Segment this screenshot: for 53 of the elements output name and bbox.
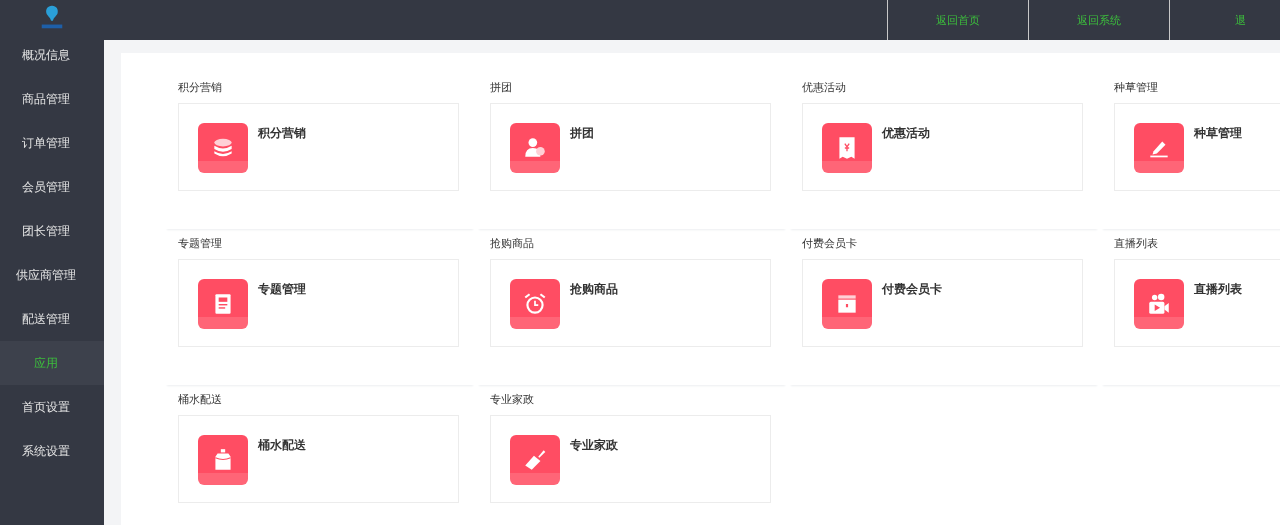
section-label: 专题管理 — [178, 236, 223, 252]
card-icon — [822, 279, 872, 329]
app-card[interactable]: 直播列表 — [1114, 259, 1280, 347]
app-card[interactable]: 种草管理 — [1114, 103, 1280, 191]
sidebar-item[interactable]: 供应商管理 — [0, 253, 104, 297]
sidebar-item[interactable]: 系统设置 — [0, 429, 104, 473]
section-label: 抢购商品 — [490, 236, 535, 252]
app-title: 专业家政 — [570, 437, 618, 454]
app-card[interactable]: 付费会员卡 — [802, 259, 1083, 347]
app-title: 直播列表 — [1194, 281, 1242, 298]
section-label: 桶水配送 — [178, 392, 223, 408]
sidebar-item[interactable]: 订单管理 — [0, 121, 104, 165]
app-title: 付费会员卡 — [882, 281, 942, 298]
water-bottle-icon — [198, 435, 248, 485]
sidebar-item[interactable]: 概况信息 — [0, 33, 104, 77]
document-icon — [198, 279, 248, 329]
section-label: 积分营销 — [178, 80, 223, 96]
sidebar-item[interactable]: 首页设置 — [0, 385, 104, 429]
app-title: 积分营销 — [258, 125, 306, 142]
app-title: 专题管理 — [258, 281, 306, 298]
people-icon — [510, 123, 560, 173]
section-label: 种草管理 — [1114, 80, 1159, 96]
app-card[interactable]: 桶水配送 — [178, 415, 459, 503]
section-label: 优惠活动 — [802, 80, 847, 96]
app-title: 抢购商品 — [570, 281, 618, 298]
sidebar-item[interactable]: 会员管理 — [0, 165, 104, 209]
app-title: 种草管理 — [1194, 125, 1242, 142]
section-label: 拼团 — [490, 80, 513, 96]
sidebar-item[interactable]: 商品管理 — [0, 77, 104, 121]
app-card[interactable]: 专题管理 — [178, 259, 459, 347]
sidebar-item[interactable]: 团长管理 — [0, 209, 104, 253]
coins-icon — [198, 123, 248, 173]
app-title: 拼团 — [570, 125, 594, 142]
header-link[interactable]: 返回首页 — [887, 0, 1028, 40]
header-link[interactable]: 退 — [1169, 0, 1280, 40]
sidebar-item[interactable]: 应用 — [0, 341, 104, 385]
app-card[interactable]: 抢购商品 — [490, 259, 771, 347]
app-title: 桶水配送 — [258, 437, 306, 454]
section-label: 付费会员卡 — [802, 236, 858, 252]
app-card[interactable]: 积分营销 — [178, 103, 459, 191]
section-label: 直播列表 — [1114, 236, 1159, 252]
alarm-clock-icon — [510, 279, 560, 329]
sidebar-item[interactable]: 配送管理 — [0, 297, 104, 341]
section-label: 专业家政 — [490, 392, 535, 408]
app-card[interactable]: 优惠活动 — [802, 103, 1083, 191]
broom-icon — [510, 435, 560, 485]
app-title: 优惠活动 — [882, 125, 930, 142]
app-card[interactable]: 拼团 — [490, 103, 771, 191]
app-card[interactable]: 专业家政 — [490, 415, 771, 503]
pen-icon — [1134, 123, 1184, 173]
header-link[interactable]: 返回系统 — [1028, 0, 1169, 40]
coupon-icon — [822, 123, 872, 173]
video-camera-icon — [1134, 279, 1184, 329]
